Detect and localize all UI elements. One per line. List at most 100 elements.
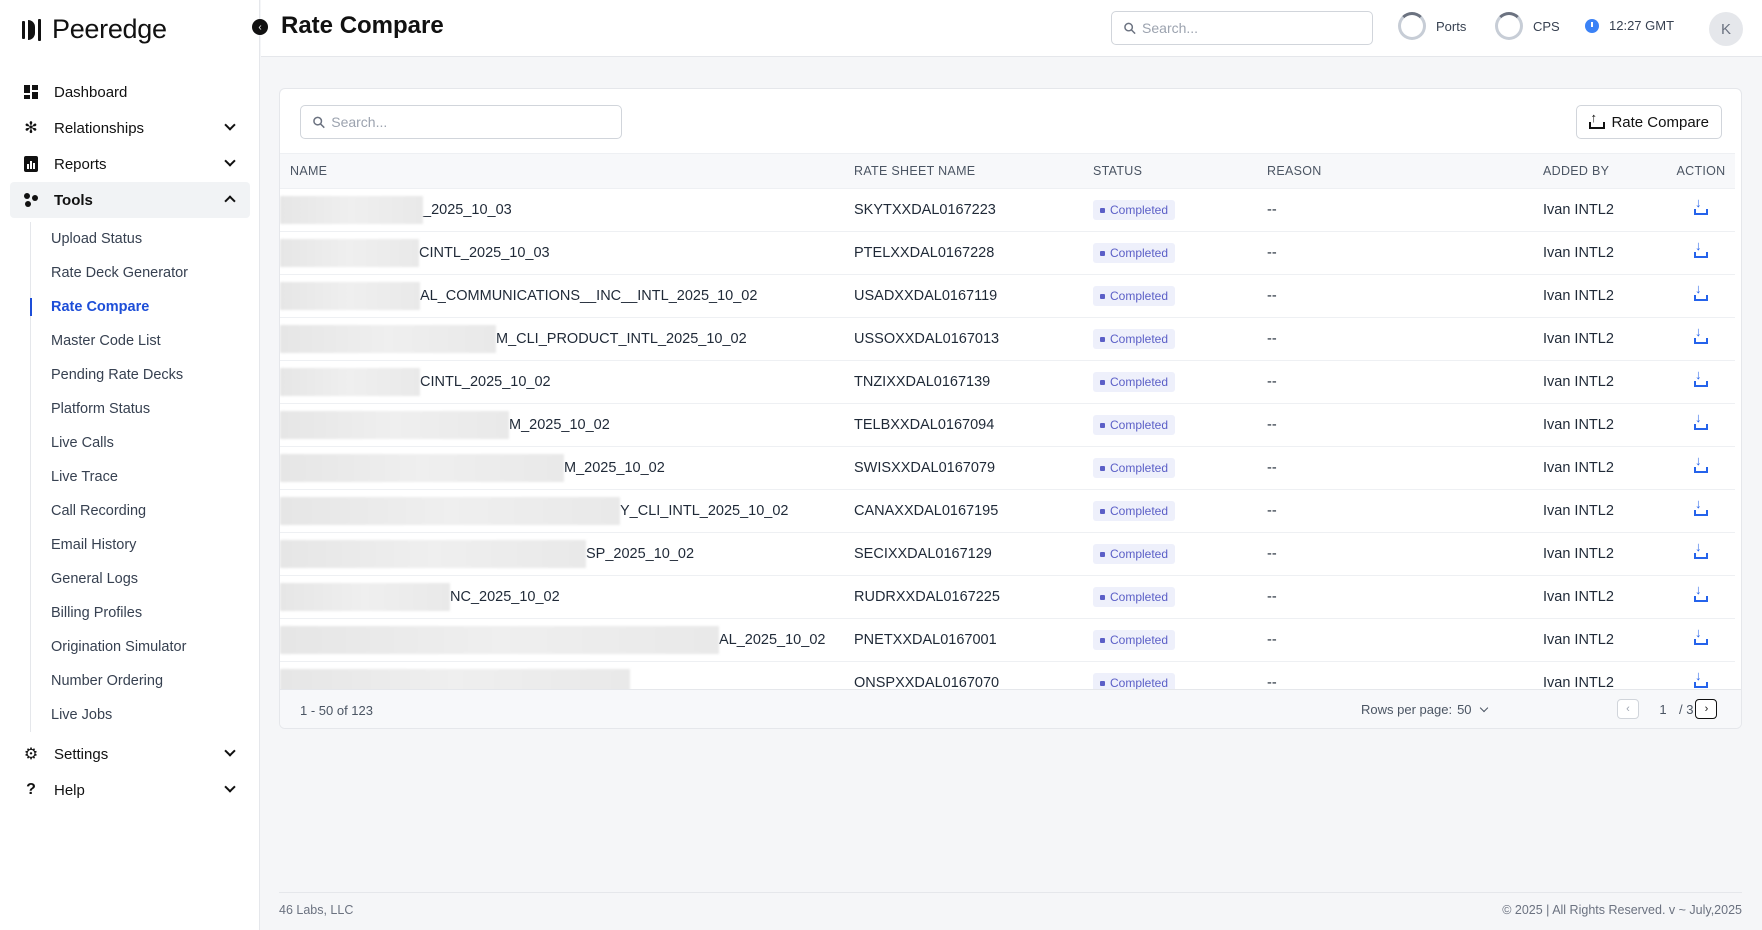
sidebar-item-relationships[interactable]: ✻ Relationships xyxy=(10,110,250,146)
name-text: AL_2025_10_02 xyxy=(719,632,826,648)
table-search[interactable] xyxy=(300,105,622,139)
download-icon[interactable] xyxy=(1694,324,1708,344)
cell-added-by: Ivan INTL2 xyxy=(1543,188,1667,232)
ports-meter[interactable]: Ports xyxy=(1398,12,1466,40)
brand-logo[interactable]: Peeredge xyxy=(22,14,167,45)
subnav-item-live-trace[interactable]: Live Trace xyxy=(31,460,250,494)
table-row[interactable]: NC_2025_10_02 RUDRXXDAL0167225 Completed… xyxy=(280,575,1735,619)
download-icon[interactable] xyxy=(1694,453,1708,473)
cell-status: Completed xyxy=(1093,317,1267,361)
cell-reason: -- xyxy=(1267,446,1543,490)
column-header-name[interactable]: NAME xyxy=(280,153,854,189)
download-icon[interactable] xyxy=(1694,281,1708,301)
table-row[interactable]: Y_CLI_INTL_2025_10_02 CANAXXDAL0167195 C… xyxy=(280,489,1735,533)
column-header-added-by[interactable]: ADDED BY xyxy=(1543,153,1667,189)
cell-name: SP_2025_10_02 xyxy=(280,532,854,576)
cell-name: Y_CLI_INTL_2025_10_02 xyxy=(280,489,854,533)
table-row[interactable]: M_2025_10_02 TELBXXDAL0167094 Completed … xyxy=(280,403,1735,447)
download-icon[interactable] xyxy=(1694,625,1708,645)
subnav-item-rate-deck-generator[interactable]: Rate Deck Generator xyxy=(31,256,250,290)
sidebar-item-reports[interactable]: Reports xyxy=(10,146,250,182)
table-header-row: NAME RATE SHEET NAME STATUS REASON ADDED… xyxy=(280,153,1735,189)
collapse-sidebar-button[interactable]: ‹ xyxy=(252,19,268,35)
search-icon xyxy=(313,116,325,128)
rows-per-page-label: Rows per page: xyxy=(1361,702,1453,717)
sidebar-item-dashboard[interactable]: Dashboard xyxy=(10,74,250,110)
rate-compare-upload-button[interactable]: Rate Compare xyxy=(1576,105,1722,139)
table-row[interactable]: AL_COMMUNICATIONS__INC__INTL_2025_10_02 … xyxy=(280,274,1735,318)
subnav-item-call-recording[interactable]: Call Recording xyxy=(31,494,250,528)
prev-page-button[interactable]: ‹ xyxy=(1617,699,1639,719)
table-row[interactable]: M_2025_10_02 SWISXXDAL0167079 Completed … xyxy=(280,446,1735,490)
sidebar-item-label: Reports xyxy=(54,155,107,173)
subnav-item-upload-status[interactable]: Upload Status xyxy=(31,222,250,256)
cell-status: Completed xyxy=(1093,532,1267,576)
subnav-item-pending-rate-decks[interactable]: Pending Rate Decks xyxy=(31,358,250,392)
name-text: CINTL_2025_10_02 xyxy=(420,374,551,390)
download-icon[interactable] xyxy=(1694,582,1708,602)
download-icon[interactable] xyxy=(1694,496,1708,516)
cell-rate-sheet: SWISXXDAL0167079 xyxy=(854,446,1093,490)
subnav-item-master-code-list[interactable]: Master Code List xyxy=(31,324,250,358)
sidebar-item-settings[interactable]: ⚙ Settings xyxy=(10,736,250,772)
cell-added-by: Ivan INTL2 xyxy=(1543,360,1667,404)
sidebar-item-tools[interactable]: Tools xyxy=(10,182,250,218)
current-page[interactable]: 1 xyxy=(1649,702,1677,717)
cell-status: Completed xyxy=(1093,188,1267,232)
table-search-input[interactable] xyxy=(331,114,621,130)
subnav-item-number-ordering[interactable]: Number Ordering xyxy=(31,664,250,698)
sidebar-item-help[interactable]: ? Help xyxy=(10,772,250,808)
next-page-button[interactable]: › xyxy=(1695,699,1718,719)
global-search[interactable] xyxy=(1111,11,1373,45)
cell-action xyxy=(1667,618,1735,662)
subnav-item-rate-compare[interactable]: Rate Compare xyxy=(30,290,250,324)
column-header-rate-sheet-name[interactable]: RATE SHEET NAME xyxy=(854,153,1093,189)
table-row[interactable]: M_CLI_PRODUCT_INTL_2025_10_02 USSOXXDAL0… xyxy=(280,317,1735,361)
name-text: M_2025_10_02 xyxy=(509,417,610,433)
rate-compare-button-label: Rate Compare xyxy=(1611,113,1709,131)
table-row[interactable]: CINTL_2025_10_03 PTELXXDAL0167228 Comple… xyxy=(280,231,1735,275)
cell-action xyxy=(1667,317,1735,361)
download-icon[interactable] xyxy=(1694,410,1708,430)
rows-per-page-select[interactable]: Rows per page: 50 xyxy=(1361,702,1488,717)
cell-name: AL_COMMUNICATIONS__INC__INTL_2025_10_02 xyxy=(280,274,854,318)
download-icon[interactable] xyxy=(1694,195,1708,215)
subnav-item-platform-status[interactable]: Platform Status xyxy=(31,392,250,426)
user-avatar[interactable]: K xyxy=(1709,12,1743,46)
subnav-item-live-calls[interactable]: Live Calls xyxy=(31,426,250,460)
download-icon[interactable] xyxy=(1694,539,1708,559)
column-header-status[interactable]: STATUS xyxy=(1093,153,1267,189)
cell-action xyxy=(1667,489,1735,533)
subnav-item-email-history[interactable]: Email History xyxy=(31,528,250,562)
name-text: CINTL_2025_10_03 xyxy=(419,245,550,261)
table-row[interactable]: CINTL_2025_10_02 TNZIXXDAL0167139 Comple… xyxy=(280,360,1735,404)
chevron-down-icon xyxy=(224,745,236,757)
sidebar-nav: Dashboard ✻ Relationships Reports Tools … xyxy=(10,74,250,808)
name-text: Y_CLI_INTL_2025_10_02 xyxy=(620,503,789,519)
table-row[interactable]: AL_2025_10_02 PNETXXDAL0167001 Completed… xyxy=(280,618,1735,662)
top-header: Rate Compare Ports CPS 12:27 GMT K xyxy=(261,0,1762,57)
subnav-item-live-jobs[interactable]: Live Jobs xyxy=(31,698,250,732)
peeredge-logo-icon xyxy=(22,18,44,41)
cell-action xyxy=(1667,188,1735,232)
download-icon[interactable] xyxy=(1694,668,1708,688)
cell-rate-sheet: USSOXXDAL0167013 xyxy=(854,317,1093,361)
global-search-input[interactable] xyxy=(1142,20,1372,36)
cell-added-by: Ivan INTL2 xyxy=(1543,532,1667,576)
table-row[interactable]: _2025_10_03 SKYTXXDAL0167223 Completed -… xyxy=(280,188,1735,232)
sidebar: Peeredge Dashboard ✻ Relationships Repor… xyxy=(0,0,260,930)
subnav-item-billing-profiles[interactable]: Billing Profiles xyxy=(31,596,250,630)
cell-status: Completed xyxy=(1093,489,1267,533)
subnav-item-origination-simulator[interactable]: Origination Simulator xyxy=(31,630,250,664)
download-icon[interactable] xyxy=(1694,367,1708,387)
redacted-block xyxy=(280,196,423,224)
chevron-down-icon xyxy=(224,781,236,793)
download-icon[interactable] xyxy=(1694,238,1708,258)
ports-ring-icon xyxy=(1398,12,1426,40)
ports-label: Ports xyxy=(1436,18,1467,34)
sidebar-item-label: Help xyxy=(54,781,85,799)
cps-meter[interactable]: CPS xyxy=(1495,12,1560,40)
subnav-item-general-logs[interactable]: General Logs xyxy=(31,562,250,596)
table-row[interactable]: SP_2025_10_02 SECIXXDAL0167129 Completed… xyxy=(280,532,1735,576)
column-header-reason[interactable]: REASON xyxy=(1267,153,1543,189)
